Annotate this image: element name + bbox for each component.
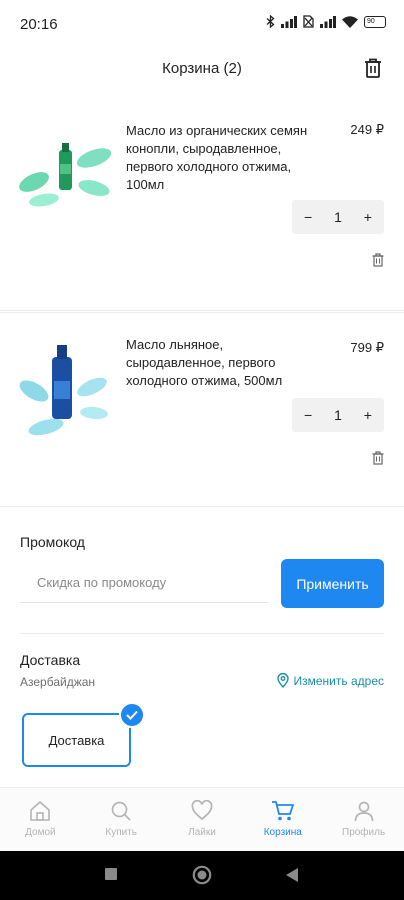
cart-item: Масло из органических семян конопли, сыр… xyxy=(0,100,404,311)
quantity-value: 1 xyxy=(334,407,342,423)
location-pin-icon xyxy=(276,673,289,688)
nav-label: Лайки xyxy=(188,827,216,838)
nav-cart[interactable]: Корзина xyxy=(242,788,323,852)
promo-label: Промокод xyxy=(20,534,85,550)
product-title[interactable]: Масло из органических семян конопли, сыр… xyxy=(126,122,321,194)
nav-label: Корзина xyxy=(263,827,302,838)
nav-likes[interactable]: Лайки xyxy=(162,788,243,852)
status-time: 20:16 xyxy=(20,16,58,33)
decrease-button[interactable]: − xyxy=(304,407,312,423)
product-price: 249 ₽ xyxy=(350,122,384,137)
home-icon xyxy=(30,800,51,821)
bottom-nav: Домой Купить Лайки Корзина Профиль xyxy=(0,787,404,852)
trash-icon xyxy=(365,58,381,78)
increase-button[interactable]: + xyxy=(364,407,372,423)
delivery-option-label: Доставка xyxy=(48,732,105,748)
status-icons: 90 xyxy=(266,15,386,28)
profile-icon xyxy=(354,801,373,822)
decrease-button[interactable]: − xyxy=(304,209,312,225)
no-sim-icon xyxy=(303,15,314,28)
delivery-country: Азербайджан xyxy=(20,675,96,689)
heart-icon xyxy=(191,800,213,821)
selected-check-icon xyxy=(119,702,145,728)
delivery-label: Доставка xyxy=(20,652,81,668)
circle-icon xyxy=(192,865,212,885)
apply-promo-button[interactable]: Применить xyxy=(281,559,384,608)
nav-label: Купить xyxy=(105,827,137,838)
trash-icon xyxy=(372,451,384,465)
quantity-value: 1 xyxy=(334,209,342,225)
product-image-hemp-oil xyxy=(19,143,112,207)
nav-profile[interactable]: Профиль xyxy=(323,788,404,852)
battery-level: 90 xyxy=(367,17,375,25)
change-address-link[interactable]: Изменить адрес xyxy=(276,673,385,688)
system-nav-bar xyxy=(0,851,404,900)
remove-item-button[interactable] xyxy=(372,451,384,470)
remove-item-button[interactable] xyxy=(372,253,384,272)
back-button[interactable] xyxy=(285,867,299,888)
cart-item: Масло льняное, сыродавленное, первого хо… xyxy=(0,312,404,507)
status-bar: 20:16 90 xyxy=(0,0,404,48)
back-triangle-icon xyxy=(286,868,298,882)
nav-label: Профиль xyxy=(342,827,386,838)
signal-icon xyxy=(281,15,297,28)
recents-button[interactable] xyxy=(104,867,118,886)
square-icon xyxy=(105,868,117,880)
nav-label: Домой xyxy=(25,827,56,838)
battery-icon: 90 xyxy=(364,15,386,28)
cart-icon xyxy=(271,801,294,821)
product-title[interactable]: Масло льняное, сыродавленное, первого хо… xyxy=(126,336,321,390)
wifi-icon xyxy=(342,15,358,28)
promo-code-input[interactable] xyxy=(20,563,268,603)
trash-icon xyxy=(372,253,384,267)
header: Корзина (2) xyxy=(0,48,404,92)
bluetooth-icon xyxy=(266,15,275,28)
divider xyxy=(20,633,384,634)
product-image-flax-oil xyxy=(19,345,108,436)
change-address-label: Изменить адрес xyxy=(293,673,385,688)
product-price: 799 ₽ xyxy=(350,340,384,355)
increase-button[interactable]: + xyxy=(364,209,372,225)
signal-icon-2 xyxy=(320,15,336,28)
nav-buy[interactable]: Купить xyxy=(81,788,162,852)
page-title: Корзина (2) xyxy=(162,60,242,77)
home-system-button[interactable] xyxy=(192,865,212,890)
quantity-stepper: − 1 + xyxy=(292,200,384,234)
search-icon xyxy=(111,801,131,821)
clear-cart-button[interactable] xyxy=(364,58,382,83)
delivery-option-card[interactable]: Доставка xyxy=(22,713,131,767)
quantity-stepper: − 1 + xyxy=(292,398,384,432)
nav-home[interactable]: Домой xyxy=(0,788,81,852)
